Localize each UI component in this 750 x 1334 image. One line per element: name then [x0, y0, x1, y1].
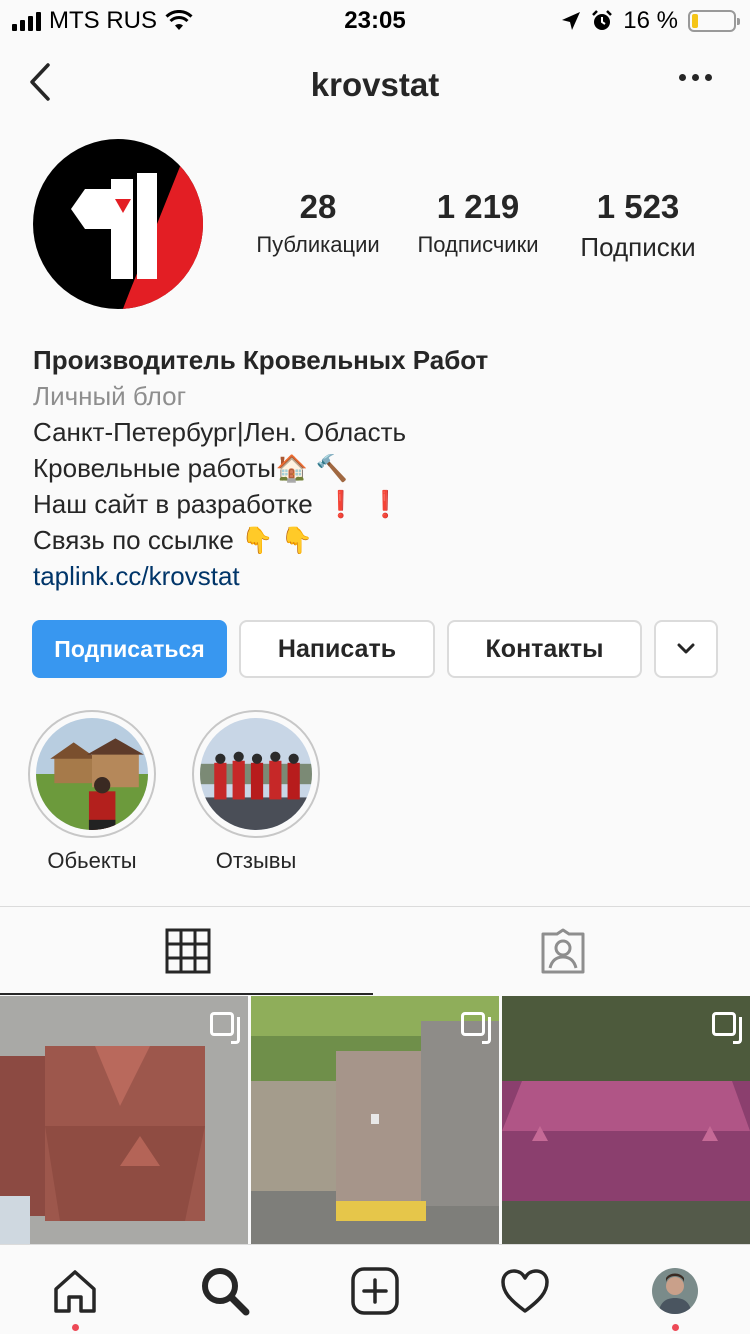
stat-label: Подписчики: [417, 232, 539, 257]
highlight-reviews[interactable]: Отзывы: [192, 710, 320, 874]
bio-link[interactable]: taplink.cc/krovstat: [33, 558, 488, 594]
profile-bio: Производитель Кровельных Работ Личный бл…: [33, 342, 488, 594]
bio-line: Кровельные работы🏠 🔨: [33, 453, 348, 483]
bio-line: Наш сайт в разработке ❗ ❗: [33, 486, 488, 522]
activity-tab[interactable]: [497, 1263, 553, 1319]
grid-icon: [165, 928, 210, 974]
nav-bar: krovstat: [0, 44, 750, 124]
post-grid: [0, 996, 750, 1244]
home-tab[interactable]: [47, 1263, 103, 1331]
profile-username: krovstat: [310, 66, 440, 103]
status-right: 16 %: [561, 7, 740, 35]
active-tab-indicator: [0, 993, 373, 995]
alarm-icon: [592, 10, 613, 30]
bio-category: Личный блог: [33, 381, 187, 411]
location-arrow-icon: [562, 12, 581, 30]
post-thumbnail[interactable]: [251, 996, 499, 1244]
search-tab[interactable]: [197, 1263, 253, 1319]
stat-posts[interactable]: 28 Публикации: [238, 188, 398, 258]
bio-name: Производитель Кровельных Работ: [33, 345, 489, 375]
message-button[interactable]: Написать: [239, 620, 435, 678]
highlight-label: Обьекты: [47, 848, 137, 873]
profile-avatar[interactable]: [33, 139, 203, 309]
avatar: [652, 1268, 698, 1314]
highlight-cover: [28, 710, 156, 838]
battery-icon: [688, 10, 740, 32]
highlight-cover: [192, 710, 320, 838]
stat-label: Публикации: [256, 232, 380, 257]
stat-value: 28: [299, 188, 337, 225]
search-icon: [202, 1268, 250, 1316]
multi-photo-icon: [712, 1012, 742, 1044]
profile-tab[interactable]: [647, 1263, 703, 1331]
battery-fill: [692, 14, 699, 28]
bottom-tab-bar: [0, 1244, 750, 1334]
post-thumbnail[interactable]: [0, 996, 248, 1244]
exclamation-icon: ❗: [324, 489, 358, 519]
notification-dot: [672, 1324, 679, 1331]
bio-line: Санкт-Петербург|Лен. Область: [33, 417, 407, 447]
exclamation-icon: ❗: [369, 489, 402, 519]
suggestions-button[interactable]: [654, 620, 718, 678]
multi-photo-icon: [210, 1012, 240, 1044]
follow-button[interactable]: Подписаться: [32, 620, 227, 678]
tab-tagged[interactable]: [375, 907, 750, 995]
multi-photo-icon: [461, 1012, 491, 1044]
more-horizontal-icon[interactable]: [679, 74, 712, 81]
add-post-icon: [351, 1267, 399, 1315]
stat-following[interactable]: 1 523 Подписки: [558, 188, 718, 263]
home-icon: [54, 1270, 96, 1313]
user-avatar-photo: [652, 1268, 698, 1314]
stat-value: 1 219: [436, 188, 520, 225]
notification-dot: [72, 1324, 79, 1331]
house-photo: [36, 718, 148, 830]
highlight-objects[interactable]: Обьекты: [28, 710, 156, 874]
tagged-person-icon: [541, 928, 584, 974]
tab-grid[interactable]: [0, 907, 375, 995]
brand-logo: [33, 139, 203, 309]
new-post-tab[interactable]: [347, 1263, 403, 1319]
stat-label: Подписки: [580, 232, 696, 262]
heart-icon: [501, 1269, 549, 1313]
post-thumbnail[interactable]: [502, 996, 750, 1244]
stat-followers[interactable]: 1 219 Подписчики: [398, 188, 558, 258]
status-bar: MTS RUS 23:05 16 %: [0, 0, 750, 40]
contacts-button[interactable]: Контакты: [447, 620, 642, 678]
battery-percent: 16 %: [623, 7, 678, 34]
highlight-label: Отзывы: [215, 848, 297, 873]
profile-tabs: [0, 906, 750, 996]
bio-line-text: Наш сайт в разработке: [33, 489, 313, 519]
stat-value: 1 523: [596, 188, 680, 225]
team-photo: [200, 718, 312, 830]
bio-line: Связь по ссылке 👇 👇: [33, 525, 314, 555]
chevron-down-icon: [677, 643, 695, 654]
